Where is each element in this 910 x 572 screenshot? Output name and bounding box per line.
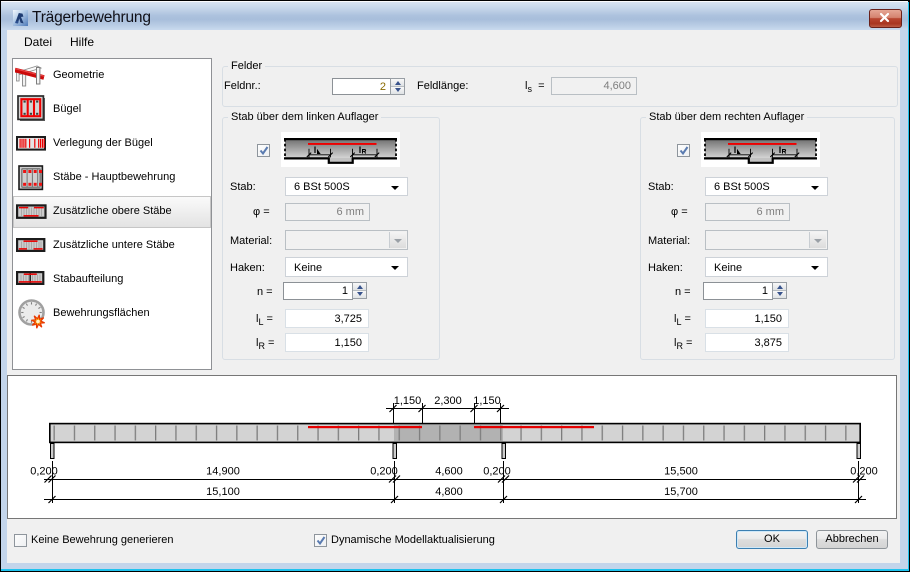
svg-text:1,150: 1,150 — [394, 395, 422, 407]
svg-text:15,100: 15,100 — [206, 486, 240, 498]
svg-text:14,900: 14,900 — [206, 466, 240, 478]
svg-text:2,300: 2,300 — [434, 395, 462, 407]
svg-text:15,700: 15,700 — [664, 486, 698, 498]
svg-text:0,200: 0,200 — [370, 466, 398, 478]
svg-text:1,150: 1,150 — [473, 395, 501, 407]
svg-text:0,200: 0,200 — [850, 466, 878, 478]
svg-text:15,500: 15,500 — [664, 466, 698, 478]
svg-text:0,200: 0,200 — [483, 466, 511, 478]
svg-text:4,600: 4,600 — [435, 466, 463, 478]
svg-text:0,200: 0,200 — [30, 466, 58, 478]
svg-text:4,800: 4,800 — [435, 486, 463, 498]
